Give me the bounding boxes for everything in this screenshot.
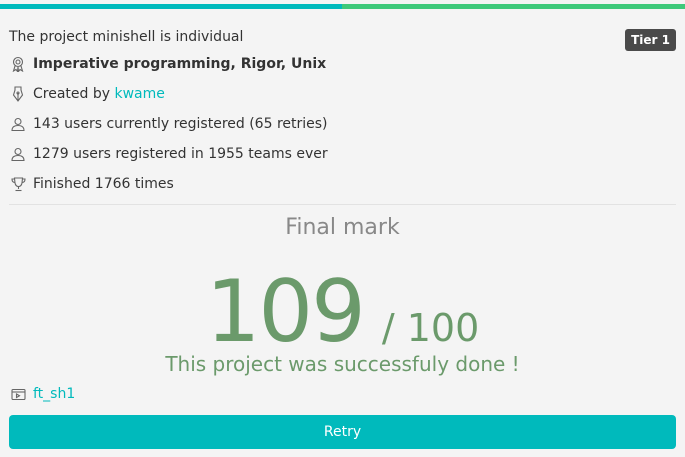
finished-row: Finished 1766 times <box>9 174 174 194</box>
section-divider <box>9 204 676 205</box>
top-bar-segment-teal <box>0 4 342 9</box>
pen-nib-icon <box>9 85 27 103</box>
retry-button[interactable]: Retry <box>9 415 676 449</box>
registered-ever-row: 1279 users registered in 1955 teams ever <box>9 144 328 164</box>
created-by-label: Created by <box>33 86 111 102</box>
repo-link[interactable]: ft_sh1 <box>33 384 75 404</box>
success-message: This project was successfuly done ! <box>165 352 520 376</box>
top-progress-bar <box>0 4 685 9</box>
trophy-icon <box>9 175 27 193</box>
final-mark: 109 / 100 <box>0 262 685 362</box>
project-individual-text: The project minishell is individual <box>9 29 244 45</box>
top-bar-segment-green <box>342 4 685 9</box>
skills-text: Imperative programming, Rigor, Unix <box>33 56 327 72</box>
user-icon <box>9 145 27 163</box>
repository-icon <box>9 385 27 403</box>
registered-ever-text: 1279 users registered in 1955 teams ever <box>33 146 328 162</box>
finished-text: Finished 1766 times <box>33 176 174 192</box>
final-mark-value: 109 <box>205 262 366 362</box>
user-icon <box>9 115 27 133</box>
final-mark-max: / 100 <box>381 306 480 350</box>
created-by-row: Created by kwame <box>9 84 165 104</box>
skills-row: Imperative programming, Rigor, Unix <box>9 54 326 74</box>
current-registered-row: 143 users currently registered (65 retri… <box>9 114 328 134</box>
creator-link[interactable]: kwame <box>114 84 164 104</box>
repo-row: ft_sh1 <box>9 384 75 404</box>
final-mark-title: Final mark <box>285 215 400 240</box>
medal-icon <box>9 55 27 73</box>
current-registered-text: 143 users currently registered (65 retri… <box>33 116 328 132</box>
tier-badge: Tier 1 <box>625 29 676 51</box>
